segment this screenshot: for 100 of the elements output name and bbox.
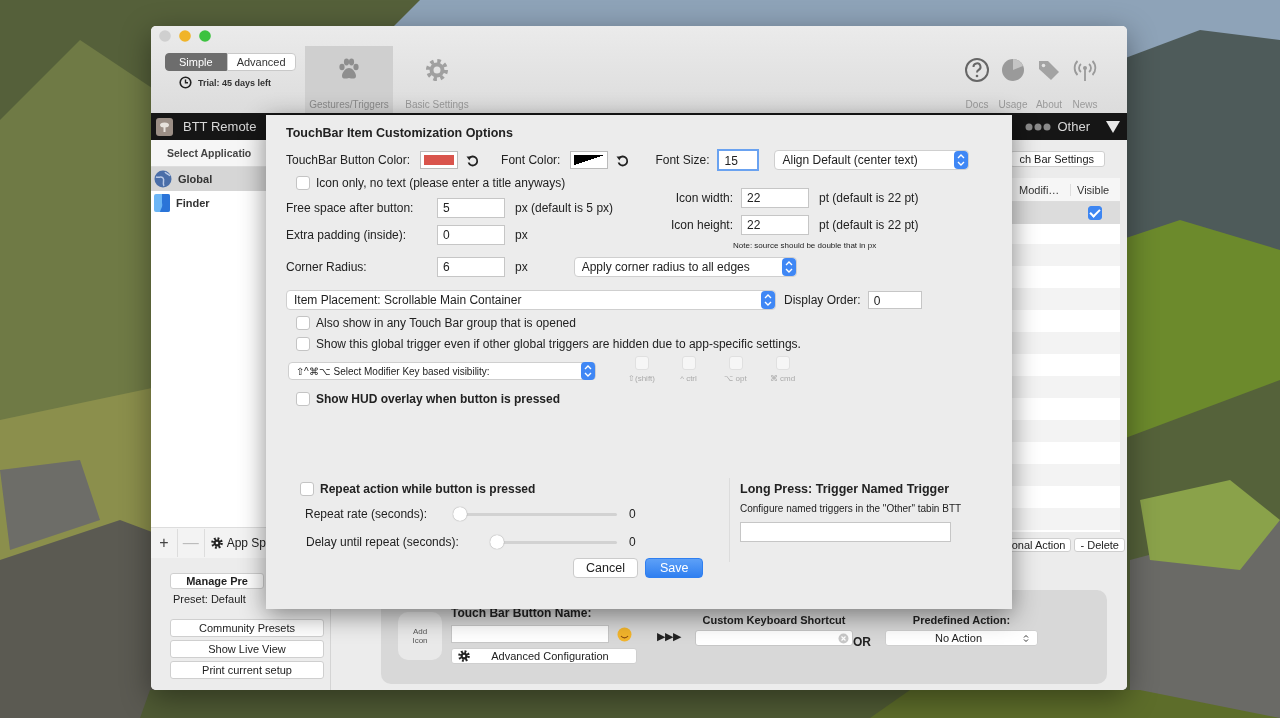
column-header: Select Applicatio bbox=[151, 140, 266, 167]
field-label: Icon width: bbox=[674, 191, 733, 205]
stepper-icon bbox=[581, 362, 595, 380]
preset-button[interactable]: Show Live View bbox=[170, 640, 324, 658]
field-label: Extra padding (inside): bbox=[286, 228, 408, 242]
column-header: Visible bbox=[1070, 183, 1116, 196]
mode-tab[interactable]: Simple bbox=[165, 53, 227, 71]
cancel-button[interactable]: Cancel bbox=[573, 558, 638, 578]
or-label: OR bbox=[853, 635, 871, 649]
checkbox[interactable] bbox=[300, 482, 314, 496]
manage-presets-button[interactable]: Manage Pre bbox=[170, 573, 264, 589]
checkbox[interactable] bbox=[296, 336, 310, 351]
dropdown[interactable]: Item Placement: Scrollable Main Container bbox=[286, 290, 776, 310]
modifier-label: ⌥ opt bbox=[724, 374, 747, 383]
pie-chart-icon bbox=[1000, 57, 1026, 83]
add-button[interactable]: + bbox=[151, 529, 178, 557]
preset-button[interactable]: Print current setup bbox=[170, 661, 324, 679]
device-name: BTT Remote bbox=[183, 119, 257, 134]
close-button[interactable] bbox=[159, 30, 171, 42]
unit-label: pt (default is 22 pt) bbox=[819, 191, 919, 205]
preset-button[interactable]: Community Presets bbox=[170, 619, 324, 637]
mode-tab[interactable]: Advanced bbox=[226, 53, 296, 71]
unit-label: px bbox=[515, 260, 528, 274]
zoom-button[interactable] bbox=[199, 30, 211, 42]
input-field[interactable]: 22 bbox=[741, 188, 809, 208]
color-label: TouchBar Button Color: bbox=[286, 153, 411, 167]
color-label: Font Color: bbox=[501, 153, 561, 167]
field-label: Icon height: bbox=[669, 218, 733, 232]
slider-thumb[interactable] bbox=[453, 507, 467, 521]
arrows-label: ▶▶▶ bbox=[657, 630, 681, 643]
dropdown-arrow-icon[interactable] bbox=[1106, 120, 1120, 133]
gear-icon bbox=[425, 58, 449, 82]
field-label: Corner Radius: bbox=[286, 260, 368, 274]
unit-label: px bbox=[515, 228, 528, 242]
slider[interactable] bbox=[490, 534, 617, 550]
color-well[interactable] bbox=[570, 151, 609, 169]
reset-icon[interactable] bbox=[466, 153, 480, 167]
dropdown[interactable]: Apply corner radius to all edges bbox=[573, 257, 797, 277]
settings-button[interactable]: ch Bar Settings bbox=[1010, 151, 1105, 167]
updown-icon bbox=[1023, 633, 1029, 643]
app-item[interactable]: Global bbox=[151, 167, 266, 191]
font-size-label: Font Size: bbox=[655, 153, 710, 167]
unit-label: pt (default is 22 pt) bbox=[819, 218, 919, 232]
option-label: Also show in any Touch Bar group that is opened bbox=[316, 315, 576, 330]
slider-value: 0 bbox=[629, 507, 637, 521]
minimize-button[interactable] bbox=[179, 30, 191, 42]
clear-icon[interactable] bbox=[838, 632, 849, 644]
checkbox[interactable] bbox=[1088, 206, 1102, 220]
slider-label: Delay until repeat (seconds): bbox=[306, 535, 460, 549]
action-button[interactable]: - Delete bbox=[1074, 538, 1125, 552]
slider[interactable] bbox=[453, 506, 617, 522]
hint-text: Configure named triggers in the "Other" tabin BTT bbox=[740, 503, 962, 514]
globe-icon bbox=[154, 170, 172, 188]
add-icon-button[interactable]: Add Icon bbox=[398, 612, 442, 660]
name-field[interactable] bbox=[451, 625, 609, 643]
preset-label: Preset: Default bbox=[173, 593, 246, 605]
app-item[interactable]: Finder bbox=[151, 191, 266, 215]
input-field[interactable]: 0 bbox=[437, 225, 505, 245]
input-field[interactable]: 22 bbox=[741, 215, 809, 235]
slider-value: 0 bbox=[629, 535, 637, 549]
sheet-title: TouchBar Item Customization Options bbox=[286, 125, 514, 142]
appicon-icon bbox=[156, 117, 173, 136]
stepper-icon bbox=[954, 151, 969, 169]
field-label: Display Order: bbox=[784, 293, 861, 307]
advanced-configuration-button[interactable]: Advanced Configuration bbox=[451, 648, 637, 664]
field-label: Free space after button: bbox=[286, 201, 415, 215]
app-settings-button[interactable]: App Sp bbox=[210, 536, 266, 550]
note-text: Note: source should be double that in px bbox=[733, 241, 878, 252]
color-well[interactable] bbox=[420, 151, 459, 169]
input-field[interactable]: 6 bbox=[437, 257, 505, 277]
dots-icon bbox=[1025, 122, 1052, 131]
action-label: Predefined Action: bbox=[912, 614, 1011, 626]
option-label: Show HUD overlay when button is pressed bbox=[316, 392, 561, 406]
option-label: Icon only, no text (please enter a title anyways) bbox=[316, 176, 566, 190]
option-label: Repeat action while button is pressed bbox=[320, 482, 536, 496]
unit-label: px (default is 5 px) bbox=[515, 201, 614, 215]
stepper-icon bbox=[781, 258, 796, 276]
slider-thumb[interactable] bbox=[490, 535, 504, 549]
input-field[interactable]: 5 bbox=[437, 198, 505, 218]
help-icon bbox=[964, 57, 990, 83]
emoji-icon[interactable] bbox=[617, 626, 632, 642]
action-dropdown[interactable]: No Action bbox=[885, 630, 1038, 646]
checkbox[interactable] bbox=[296, 315, 310, 330]
section-title: Long Press: Trigger Named Trigger bbox=[740, 482, 950, 496]
reset-icon[interactable] bbox=[616, 153, 630, 167]
shortcut-field[interactable] bbox=[695, 630, 853, 646]
trigger-name-field[interactable] bbox=[740, 522, 951, 542]
checkbox[interactable] bbox=[296, 176, 310, 190]
trial-label: Trial: 45 days left bbox=[198, 77, 272, 88]
checkbox[interactable] bbox=[296, 392, 310, 406]
group-name: Other bbox=[1057, 119, 1090, 134]
paw-icon bbox=[337, 58, 361, 80]
stepper-icon bbox=[761, 291, 775, 309]
input-field[interactable]: 0 bbox=[867, 291, 922, 309]
option-label: Show this global trigger even if other global triggers are hidden due to app-specific settings. bbox=[316, 336, 801, 351]
font-size-field[interactable]: 15 bbox=[717, 149, 760, 171]
dropdown[interactable]: ⇧^⌘⌥ Select Modifier Key based visibility: bbox=[288, 362, 596, 380]
gear-icon bbox=[210, 537, 223, 549]
dropdown[interactable]: Align Default (center text) bbox=[774, 150, 970, 170]
clock-icon bbox=[179, 76, 192, 89]
